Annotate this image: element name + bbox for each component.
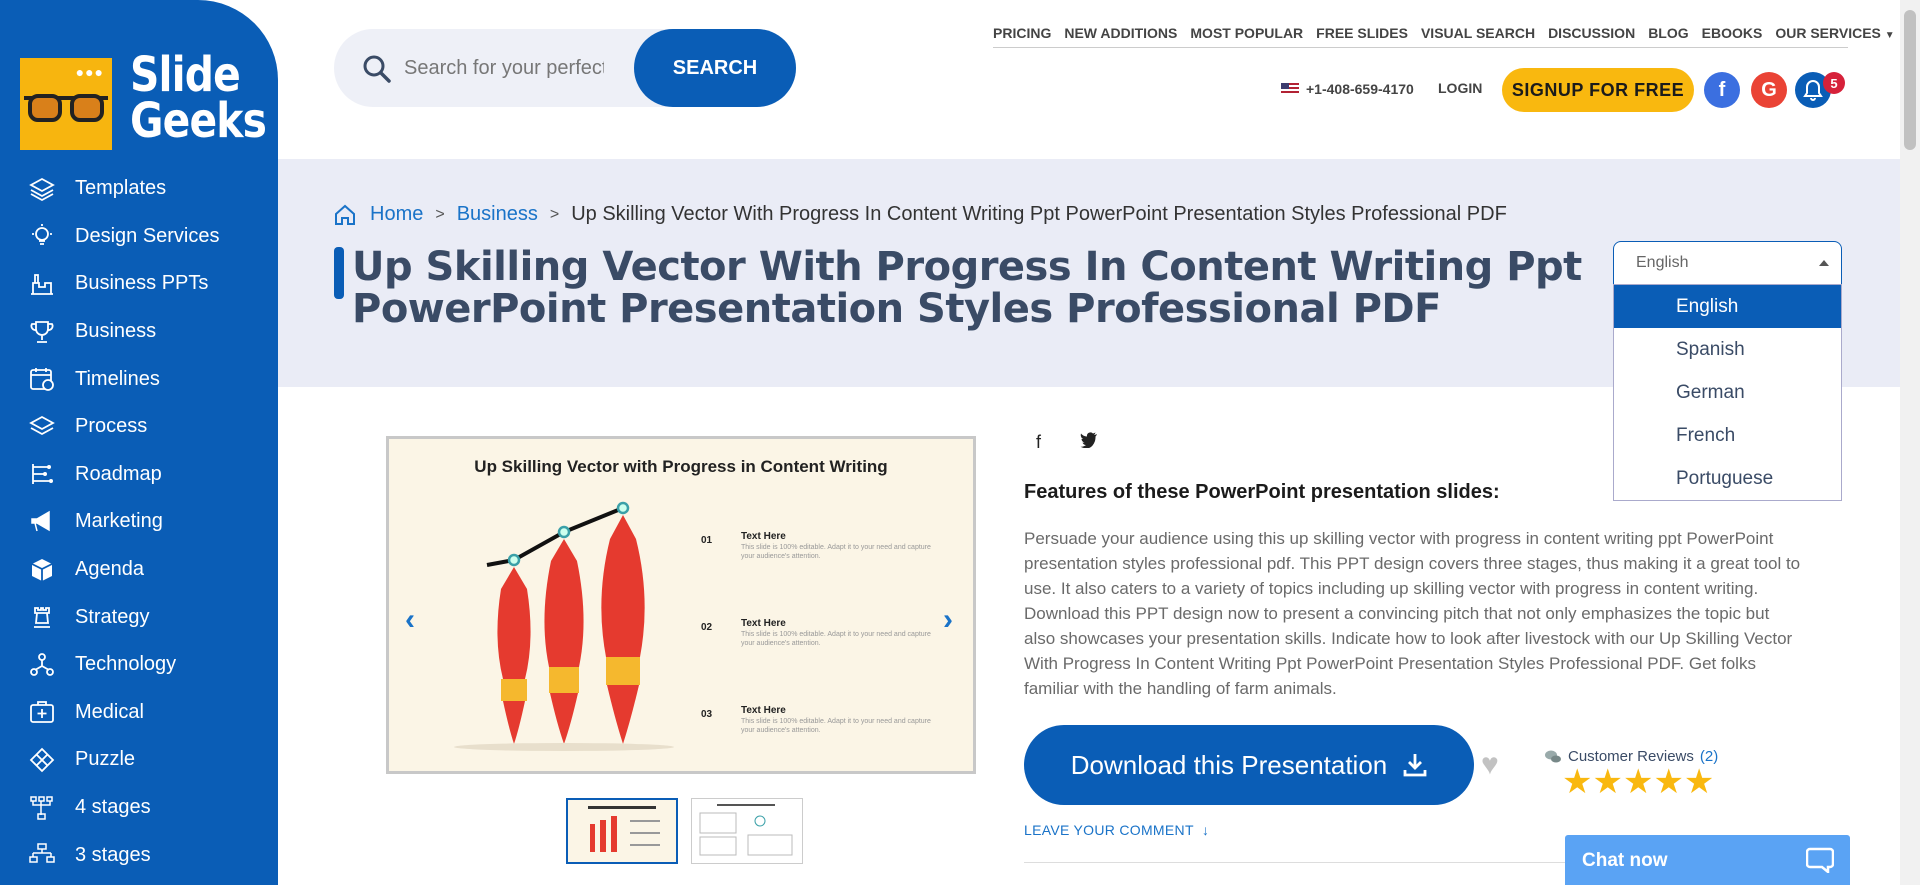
- breadcrumb-home[interactable]: Home: [370, 203, 423, 226]
- breadcrumb-business[interactable]: Business: [457, 203, 538, 226]
- nav-most-popular[interactable]: MOST POPULAR: [1190, 25, 1303, 41]
- scrollbar-thumb[interactable]: [1904, 10, 1916, 150]
- nav-ebooks[interactable]: EBOOKS: [1702, 25, 1763, 41]
- facebook-icon[interactable]: f: [1704, 72, 1740, 108]
- nav-visual-search[interactable]: VISUAL SEARCH: [1421, 25, 1535, 41]
- slidegeeks-logo[interactable]: ●●● Slide Geeks: [20, 51, 267, 152]
- breadcrumb: Home > Business > Up Skilling Vector Wit…: [334, 203, 1507, 226]
- trophy-icon: [28, 318, 56, 346]
- sidebar-item-puzzle[interactable]: Puzzle: [0, 736, 278, 784]
- calendar-clock-icon: [28, 365, 56, 393]
- nav-blog[interactable]: BLOG: [1648, 25, 1688, 41]
- medical-kit-icon: [28, 698, 56, 726]
- notification-count-badge: 5: [1823, 72, 1845, 94]
- sidebar-item-marketing[interactable]: Marketing: [0, 498, 278, 546]
- breadcrumb-current: Up Skilling Vector With Progress In Cont…: [571, 203, 1507, 225]
- top-nav: PRICING NEW ADDITIONS MOST POPULAR FREE …: [993, 18, 1895, 48]
- sidebar-item-agenda[interactable]: Agenda: [0, 546, 278, 594]
- layers-icon: [28, 175, 56, 203]
- product-description: Persuade your audience using this up ski…: [1024, 529, 1801, 698]
- sidebar-item-business[interactable]: Business: [0, 308, 278, 356]
- features-heading: Features of these PowerPoint presentatio…: [1024, 481, 1500, 503]
- cube-icon: [28, 556, 56, 584]
- nav-our-services[interactable]: OUR SERVICES ▼: [1775, 25, 1894, 41]
- sidebar-item-strategy[interactable]: Strategy: [0, 593, 278, 641]
- login-link[interactable]: LOGIN: [1438, 80, 1482, 96]
- language-select[interactable]: English: [1613, 241, 1842, 285]
- megaphone-icon: [28, 508, 56, 536]
- language-option-portuguese[interactable]: Portuguese: [1614, 457, 1841, 500]
- logo-text: Slide Geeks: [130, 47, 267, 149]
- download-icon: [1403, 754, 1427, 777]
- rating-stars: ★★★★★: [1562, 763, 1715, 801]
- chevron-right-icon: >: [435, 205, 445, 223]
- nav-discussion[interactable]: DISCUSSION: [1548, 25, 1635, 41]
- layers-icon: [28, 413, 56, 441]
- comments-icon: [1545, 750, 1561, 762]
- logo-glasses-icon: ●●●: [20, 58, 112, 150]
- hierarchy-4-icon: [28, 794, 56, 822]
- title-accent-bar: [334, 247, 344, 299]
- sidebar-item-business-ppts[interactable]: Business PPTs: [0, 260, 278, 308]
- slide-preview[interactable]: Up Skilling Vector with Progress in Cont…: [386, 436, 976, 774]
- language-options: English Spanish German French Portuguese: [1613, 284, 1842, 501]
- language-option-english[interactable]: English: [1614, 285, 1841, 328]
- slide-prev-arrow-icon[interactable]: ‹: [405, 603, 415, 637]
- search-input[interactable]: [404, 51, 604, 85]
- puzzle-icon: [28, 746, 56, 774]
- slide-next-arrow-icon[interactable]: ›: [943, 603, 953, 637]
- sidebar-item-roadmap[interactable]: Roadmap: [0, 451, 278, 499]
- sidebar-item-process[interactable]: Process: [0, 403, 278, 451]
- chess-rook-icon: [28, 603, 56, 631]
- signup-button[interactable]: SIGNUP FOR FREE: [1502, 68, 1694, 112]
- chevron-right-icon: >: [549, 205, 560, 223]
- slide-title: Up Skilling Vector with Progress in Cont…: [474, 457, 888, 476]
- hierarchy-3-icon: [28, 841, 56, 869]
- caret-up-icon: [1819, 260, 1829, 266]
- chat-widget[interactable]: Chat now: [1565, 835, 1850, 885]
- sidebar-item-medical[interactable]: Medical: [0, 689, 278, 737]
- sidebar-item-design-services[interactable]: Design Services: [0, 213, 278, 261]
- sidebar: ●●● Slide Geeks Templates Design Service…: [0, 0, 278, 885]
- arrow-down-icon: ↓: [1201, 822, 1210, 838]
- search-button[interactable]: SEARCH: [634, 29, 796, 107]
- leave-comment-link[interactable]: LEAVE YOUR COMMENT ↓: [1024, 822, 1209, 838]
- phone-number[interactable]: +1-408-659-4170: [1306, 81, 1414, 97]
- google-icon[interactable]: G: [1751, 72, 1787, 108]
- page-scrollbar[interactable]: [1900, 0, 1920, 885]
- share-facebook-icon[interactable]: f: [1036, 432, 1041, 453]
- slide-thumbnail-1[interactable]: [566, 798, 678, 864]
- language-option-french[interactable]: French: [1614, 414, 1841, 457]
- chat-bubble-icon: [1806, 847, 1834, 873]
- nav-free-slides[interactable]: FREE SLIDES: [1316, 25, 1408, 41]
- sidebar-nav: Templates Design Services Business PPTs …: [0, 165, 278, 879]
- sidebar-item-technology[interactable]: Technology: [0, 641, 278, 689]
- nav-pricing[interactable]: PRICING: [993, 25, 1051, 41]
- sidebar-item-4-stages[interactable]: 4 stages: [0, 784, 278, 832]
- language-option-spanish[interactable]: Spanish: [1614, 328, 1841, 371]
- page-title: Up Skilling Vector With Progress In Cont…: [352, 244, 1582, 332]
- download-button[interactable]: Download this Presentation: [1024, 725, 1474, 805]
- nav-new-additions[interactable]: NEW ADDITIONS: [1064, 25, 1177, 41]
- network-icon: [28, 651, 56, 679]
- share-twitter-icon[interactable]: [1080, 432, 1098, 453]
- lightbulb-icon: [28, 222, 56, 250]
- factory-icon: [28, 270, 56, 298]
- search-icon: [363, 55, 391, 83]
- home-icon[interactable]: [334, 204, 356, 226]
- language-option-german[interactable]: German: [1614, 371, 1841, 414]
- sidebar-item-templates[interactable]: Templates: [0, 165, 278, 213]
- slide-thumbnail-2[interactable]: [691, 798, 803, 864]
- roadmap-icon: [28, 460, 56, 488]
- caret-down-icon: ▼: [1884, 29, 1895, 41]
- sidebar-item-timelines[interactable]: Timelines: [0, 355, 278, 403]
- favorite-heart-icon[interactable]: ♥: [1481, 748, 1499, 782]
- sidebar-item-3-stages[interactable]: 3 stages: [0, 831, 278, 879]
- us-flag-icon: [1281, 83, 1299, 95]
- search-bar: SEARCH: [334, 29, 796, 107]
